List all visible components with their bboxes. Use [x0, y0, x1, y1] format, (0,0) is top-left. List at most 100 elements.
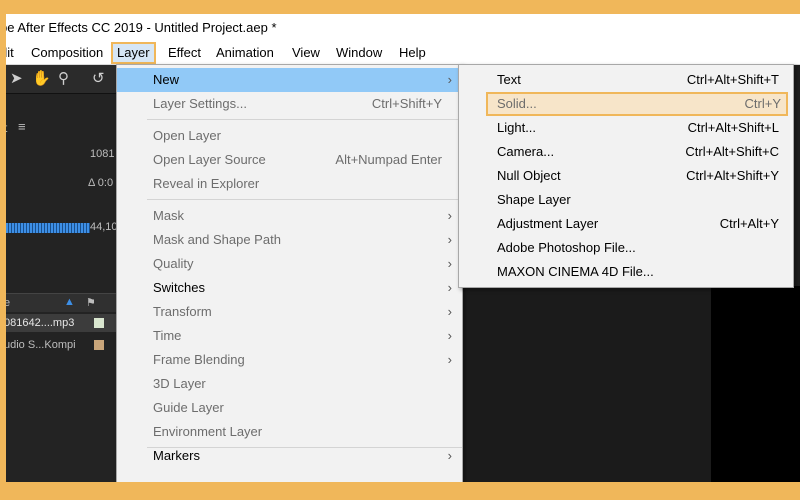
menu-item-shortcut: Ctrl+Alt+Shift+T [686, 72, 779, 87]
menu-item-shortcut: Ctrl+Alt+Y [719, 216, 779, 231]
menu-item-label: Switches [153, 280, 206, 295]
menu-item-label: 3D Layer [153, 376, 206, 391]
menu-item-label: Layer Settings... [153, 96, 247, 111]
info-samplerate: 44,10 [90, 221, 118, 233]
menu-item-frame-blending[interactable]: Frame Blending › [117, 348, 462, 372]
menu-item-label: Open Layer Source [153, 152, 266, 167]
submenu-item-text[interactable]: Text Ctrl+Alt+Shift+T [459, 68, 793, 92]
menu-item-label: Open Layer [153, 128, 221, 143]
menu-item-open-layer-source[interactable]: Open Layer Source Alt+Numpad Enter [117, 148, 462, 172]
project-list-header: e ▲ ⚑ [6, 293, 118, 312]
new-submenu: Text Ctrl+Alt+Shift+T Solid... Ctrl+Y Li… [458, 64, 794, 288]
menu-item-label: Adobe Photoshop File... [497, 240, 636, 255]
menu-item-time[interactable]: Time › [117, 324, 462, 348]
menu-edit[interactable]: dit [6, 44, 14, 62]
title-bar: be After Effects CC 2019 - Untitled Proj… [6, 14, 800, 42]
menu-item-shortcut: Ctrl+Y [744, 96, 781, 111]
composition-canvas[interactable] [711, 286, 800, 482]
menu-item-quality[interactable]: Quality › [117, 252, 462, 276]
menu-item-label: Null Object [497, 168, 561, 183]
menu-item-label: Light... [497, 120, 537, 135]
chevron-right-icon: › [447, 448, 452, 463]
project-item[interactable]: 081642....mp3 [6, 314, 118, 332]
menu-item-label: Transform [153, 304, 212, 319]
chevron-right-icon: › [447, 72, 452, 87]
menu-item-label: Time [153, 328, 182, 343]
menu-item-layer-settings[interactable]: Layer Settings... Ctrl+Shift+Y [117, 92, 462, 116]
menu-composition[interactable]: Composition [31, 44, 103, 62]
menu-item-switches[interactable]: Switches › [117, 276, 462, 300]
menu-item-label: Text [497, 72, 521, 87]
menu-item-environment-layer[interactable]: Environment Layer [117, 420, 462, 444]
menu-bar: dit Composition Layer Effect Animation V… [6, 42, 800, 65]
app-window: be After Effects CC 2019 - Untitled Proj… [6, 14, 800, 482]
menu-view[interactable]: View [292, 44, 320, 62]
menu-item-label: MAXON CINEMA 4D File... [497, 264, 654, 279]
menu-separator [147, 119, 462, 120]
composition-viewer [464, 286, 800, 482]
menu-item-label: Mask and Shape Path [153, 232, 281, 247]
label-color-swatch[interactable] [94, 340, 104, 350]
menu-effect[interactable]: Effect [168, 44, 201, 62]
sort-arrow-icon[interactable]: ▲ [64, 296, 75, 308]
submenu-item-shape-layer[interactable]: Shape Layer [459, 188, 793, 212]
project-item[interactable]: udio S...Kompi [6, 336, 118, 354]
menu-item-mask[interactable]: Mask › [117, 204, 462, 228]
menu-item-shortcut: Ctrl+Shift+Y [371, 96, 442, 111]
chevron-right-icon: › [447, 304, 452, 319]
menu-item-new[interactable]: New › [117, 68, 462, 92]
left-panel: ➤ ✋ ⚲ ↺ t ≡ 1081 Δ 0:0 44,10 e ▲ ⚑ 08164… [6, 65, 118, 482]
menu-window[interactable]: Window [336, 44, 382, 62]
chevron-right-icon: › [447, 208, 452, 223]
panel-menu-icon[interactable]: ≡ [18, 119, 26, 134]
menu-item-shortcut: Ctrl+Alt+Shift+L [687, 120, 779, 135]
audio-waveform [6, 223, 90, 233]
project-label: t [6, 121, 7, 135]
label-tag-icon[interactable]: ⚑ [86, 296, 96, 309]
menu-item-label: Guide Layer [153, 400, 224, 415]
menu-help[interactable]: Help [399, 44, 426, 62]
menu-item-label: Shape Layer [497, 192, 571, 207]
arrow-tool-icon[interactable]: ➤ [10, 69, 23, 87]
tools-bar: ➤ ✋ ⚲ ↺ [6, 65, 118, 94]
submenu-item-cinema4d-file[interactable]: MAXON CINEMA 4D File... [459, 260, 793, 284]
zoom-tool-icon[interactable]: ⚲ [58, 69, 69, 87]
menu-item-markers[interactable]: Markers › [117, 444, 462, 468]
menu-item-guide-layer[interactable]: Guide Layer [117, 396, 462, 420]
window-title: be After Effects CC 2019 - Untitled Proj… [6, 20, 277, 35]
menu-item-shortcut: Alt+Numpad Enter [335, 152, 442, 167]
info-resolution: 1081 [90, 148, 115, 160]
project-item-name: udio S...Kompi [6, 339, 76, 351]
menu-item-reveal-in-explorer[interactable]: Reveal in Explorer [117, 172, 462, 196]
menu-separator [147, 199, 462, 200]
rotate-tool-icon[interactable]: ↺ [92, 69, 105, 87]
chevron-right-icon: › [447, 328, 452, 343]
menu-item-label: Markers [153, 448, 200, 463]
submenu-item-adjustment-layer[interactable]: Adjustment Layer Ctrl+Alt+Y [459, 212, 793, 236]
menu-item-open-layer[interactable]: Open Layer [117, 124, 462, 148]
layer-menu: New › Layer Settings... Ctrl+Shift+Y Ope… [116, 64, 463, 482]
menu-item-mask-and-shape-path[interactable]: Mask and Shape Path › [117, 228, 462, 252]
menu-item-3d-layer[interactable]: 3D Layer [117, 372, 462, 396]
menu-item-label: Frame Blending [153, 352, 245, 367]
menu-item-label: Camera... [497, 144, 555, 159]
column-name-label: e [6, 297, 11, 309]
menu-layer[interactable]: Layer [111, 42, 156, 64]
chevron-right-icon: › [447, 280, 452, 295]
submenu-item-camera[interactable]: Camera... Ctrl+Alt+Shift+C [459, 140, 793, 164]
label-color-swatch[interactable] [94, 318, 104, 328]
project-item-name: 081642....mp3 [6, 317, 75, 329]
menu-item-transform[interactable]: Transform › [117, 300, 462, 324]
submenu-item-photoshop-file[interactable]: Adobe Photoshop File... [459, 236, 793, 260]
chevron-right-icon: › [447, 352, 452, 367]
menu-item-label: Environment Layer [153, 424, 263, 439]
menu-item-label: Reveal in Explorer [153, 176, 260, 191]
submenu-item-light[interactable]: Light... Ctrl+Alt+Shift+L [459, 116, 793, 140]
menu-animation[interactable]: Animation [216, 44, 274, 62]
menu-item-label: New [153, 72, 180, 87]
hand-tool-icon[interactable]: ✋ [32, 69, 51, 87]
submenu-item-solid[interactable]: Solid... Ctrl+Y [486, 92, 788, 116]
menu-item-label: Solid... [497, 96, 537, 111]
submenu-item-null-object[interactable]: Null Object Ctrl+Alt+Shift+Y [459, 164, 793, 188]
chevron-right-icon: › [447, 256, 452, 271]
